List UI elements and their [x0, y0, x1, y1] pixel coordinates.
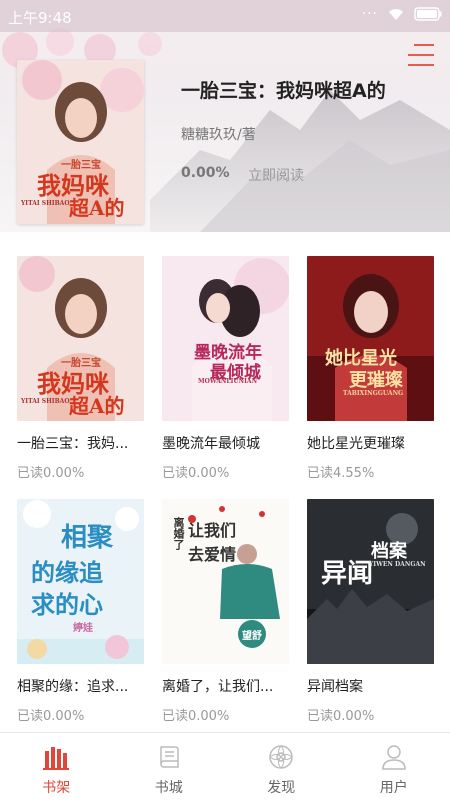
book-item[interactable]: 离婚了 让我们 去爱情 望舒 离婚了，让我们... 已读0.00% — [162, 499, 289, 724]
book-cover[interactable]: 她比星光 更璀璨 TABIXINGGUANG — [307, 256, 434, 421]
featured-book-header: 上午9:48 ··· 一胎三宝 我妈咪 超A的 — [0, 0, 450, 232]
featured-book-author: 糖糖玖玖/著 — [181, 124, 256, 144]
status-time: 上午9:48 — [8, 7, 72, 28]
book-title[interactable]: 异闻档案 — [307, 676, 434, 696]
bookshelf-icon — [41, 743, 71, 771]
cover-english: TABIXINGGUANG — [343, 390, 403, 397]
cover-title: 档案 — [371, 537, 407, 563]
book-cover[interactable]: 相聚 的缘追 求的心 婷娃 — [17, 499, 144, 664]
cover-title-2: 去爱情 — [188, 541, 236, 565]
menu-button[interactable] — [406, 42, 434, 68]
menu-line-icon — [408, 64, 434, 66]
cover-title: 让我们 — [188, 517, 236, 541]
bookshelf-grid: 一胎三宝 我妈咪 超A的 YITAI SHIBAO 一胎三宝：我妈... 已读0… — [0, 232, 450, 732]
cover-subtitle: 离婚了 — [170, 517, 186, 550]
cover-author: 望舒 — [242, 627, 262, 642]
bottom-navigation: 书架 书城 发现 用户 — [0, 732, 450, 801]
featured-book-progress: 0.00% — [181, 165, 230, 181]
cover-title: 相聚 — [61, 517, 113, 554]
book-progress: 已读0.00% — [162, 462, 289, 481]
read-now-button[interactable]: 立即阅读 — [248, 165, 304, 185]
book-progress: 已读0.00% — [307, 705, 434, 724]
book-progress: 已读0.00% — [162, 705, 289, 724]
cover-title-2: 异闻 — [321, 553, 373, 590]
book-item[interactable]: 墨晚流年 最倾城 MOWANLIUNIAN 墨晚流年最倾城 已读0.00% — [162, 256, 289, 481]
status-bar: 上午9:48 ··· — [0, 0, 450, 32]
tab-user[interactable]: 用户 — [338, 733, 450, 801]
battery-icon — [414, 7, 442, 21]
cover-title-2: 超A的 — [69, 192, 125, 221]
tab-label: 书城 — [113, 777, 226, 797]
tab-label: 书架 — [0, 777, 113, 797]
cover-title-2: 的缘追 — [31, 553, 103, 588]
cover-title-3: 求的心 — [31, 585, 103, 620]
tab-label: 发现 — [225, 777, 338, 797]
cover-english: YIWEN DANGAN — [369, 561, 426, 568]
book-progress: 已读0.00% — [17, 462, 144, 481]
more-dots-icon: ··· — [362, 6, 378, 22]
tab-book-city[interactable]: 书城 — [113, 733, 226, 801]
book-title[interactable]: 一胎三宝：我妈... — [17, 433, 144, 453]
book-cover[interactable]: 离婚了 让我们 去爱情 望舒 — [162, 499, 289, 664]
cover-title-2: 超A的 — [69, 390, 125, 419]
book-title[interactable]: 离婚了，让我们... — [162, 676, 289, 696]
book-item[interactable]: 她比星光 更璀璨 TABIXINGGUANG 她比星光更璀璨 已读4.55% — [307, 256, 434, 481]
book-progress: 已读0.00% — [17, 705, 144, 724]
cover-author: 婷娃 — [73, 619, 93, 634]
cover-title-2: 更璀璨 — [349, 366, 403, 392]
book-item[interactable]: 一胎三宝 我妈咪 超A的 YITAI SHIBAO 一胎三宝：我妈... 已读0… — [17, 256, 144, 481]
book-title[interactable]: 墨晚流年最倾城 — [162, 433, 289, 453]
cover-english: YITAI SHIBAO — [21, 200, 70, 207]
book-cover[interactable]: 一胎三宝 我妈咪 超A的 YITAI SHIBAO — [17, 256, 144, 421]
featured-book-cover[interactable]: 一胎三宝 我妈咪 超A的 YITAI SHIBAO — [17, 60, 144, 224]
menu-line-icon — [414, 44, 434, 46]
book-cover[interactable]: 墨晚流年 最倾城 MOWANLIUNIAN — [162, 256, 289, 421]
tab-label: 用户 — [338, 777, 450, 797]
book-item[interactable]: 相聚 的缘追 求的心 婷娃 相聚的缘：追求... 已读0.00% — [17, 499, 144, 724]
cover-english: YITAI SHIBAO — [21, 398, 70, 405]
tab-discover[interactable]: 发现 — [225, 733, 338, 801]
featured-book-title[interactable]: 一胎三宝：我妈咪超A的 — [181, 76, 386, 103]
book-cover[interactable]: 档案 异闻 YIWEN DANGAN — [307, 499, 434, 664]
user-icon — [379, 743, 409, 771]
book-title[interactable]: 相聚的缘：追求... — [17, 676, 144, 696]
book-item[interactable]: 档案 异闻 YIWEN DANGAN 异闻档案 已读0.00% — [307, 499, 434, 724]
menu-line-icon — [408, 54, 434, 56]
cover-english: MOWANLIUNIAN — [198, 378, 257, 385]
book-city-icon — [154, 743, 184, 771]
book-progress: 已读4.55% — [307, 462, 434, 481]
discover-icon — [266, 743, 296, 771]
status-icons: ··· — [362, 6, 442, 22]
wifi-icon — [386, 6, 406, 22]
tab-bookshelf[interactable]: 书架 — [0, 733, 113, 801]
book-title[interactable]: 她比星光更璀璨 — [307, 433, 434, 453]
